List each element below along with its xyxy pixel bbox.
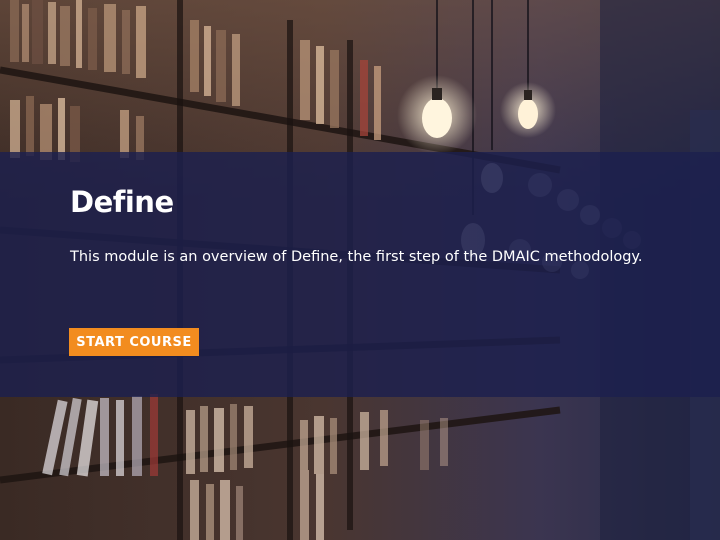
course-description: This module is an overview of Define, th… (70, 249, 643, 265)
course-cover: Define This module is an overview of Def… (0, 0, 720, 540)
course-title: Define (70, 185, 174, 219)
start-course-button[interactable]: START COURSE (69, 328, 199, 356)
